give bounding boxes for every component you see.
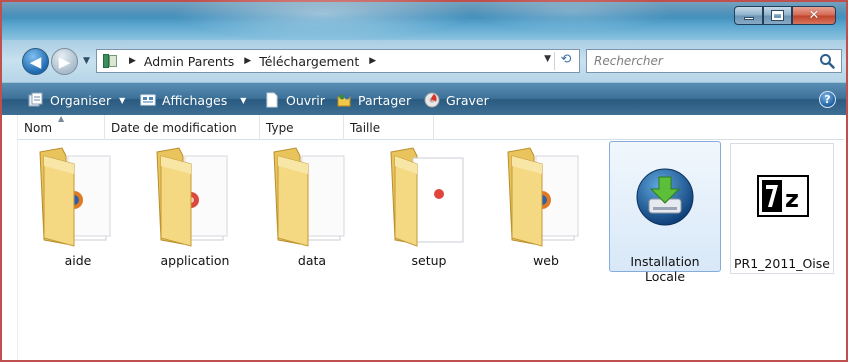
column-date-label: Date de modification xyxy=(111,120,237,135)
address-bar[interactable]: ▶ Admin Parents ▶ Téléchargement ▶ ▼ ⟲ xyxy=(96,49,580,73)
left-pane-edge xyxy=(2,115,18,360)
folder-icon xyxy=(507,147,579,247)
breadcrumb-separator-icon[interactable]: ▶ xyxy=(369,56,376,66)
sort-ascending-icon: ▲ xyxy=(58,114,65,123)
file-item-aide[interactable]: aide xyxy=(22,140,134,272)
file-item-pr1-2011-oise[interactable]: z PR1_2011_Oise xyxy=(730,143,842,275)
folder-icon xyxy=(390,147,464,247)
search-box[interactable]: Rechercher xyxy=(586,49,842,73)
close-icon: ✕ xyxy=(808,8,820,23)
file-item-web[interactable]: web xyxy=(490,140,602,272)
navigation-bar: ◀ ▶ ▼ ▶ Admin Parents ▶ Téléchargement ▶… xyxy=(2,40,846,82)
search-icon[interactable] xyxy=(819,53,835,69)
column-header-row: Nom ▲ Date de modification Type Taille xyxy=(18,114,844,140)
file-item-installation-locale[interactable]: Installation Locale xyxy=(609,141,721,284)
folder-icon xyxy=(39,147,111,247)
open-icon xyxy=(264,92,280,108)
window-controls: ✕ xyxy=(734,6,836,25)
back-button[interactable]: ◀ xyxy=(22,48,49,75)
minimize-icon xyxy=(743,17,754,20)
column-type[interactable]: Type xyxy=(260,115,344,140)
file-item-data[interactable]: data xyxy=(256,140,368,272)
file-item-label: PR1_2011_Oise xyxy=(733,256,830,271)
column-name-label: Nom xyxy=(24,120,53,135)
open-label: Ouvrir xyxy=(286,92,325,108)
organize-icon xyxy=(28,92,44,108)
forward-arrow-icon: ▶ xyxy=(58,52,71,71)
file-item-label: application xyxy=(160,253,230,268)
burn-label: Graver xyxy=(446,92,489,108)
back-arrow-icon: ◀ xyxy=(29,52,42,71)
svg-text:z: z xyxy=(785,185,799,213)
file-item-label: aide xyxy=(64,253,92,268)
forward-button[interactable]: ▶ xyxy=(51,48,78,75)
column-date-modified[interactable]: Date de modification xyxy=(105,115,260,140)
breadcrumb-item-admin-parents[interactable]: Admin Parents xyxy=(144,54,234,69)
installer-icon xyxy=(636,168,694,226)
close-button[interactable]: ✕ xyxy=(792,6,836,25)
file-item-application[interactable]: application xyxy=(139,140,251,272)
refresh-icon[interactable]: ⟲ xyxy=(557,52,575,70)
views-icon xyxy=(140,92,156,108)
column-size-label: Taille xyxy=(350,120,381,135)
maximize-button[interactable] xyxy=(763,6,792,25)
views-label: Affichages xyxy=(162,92,228,108)
location-icon xyxy=(103,54,119,68)
file-list: aide application data setup web Installa… xyxy=(18,140,844,360)
help-icon[interactable]: ? xyxy=(819,91,836,108)
search-input[interactable]: Rechercher xyxy=(594,54,663,68)
recent-pages-dropdown[interactable]: ▼ xyxy=(83,56,93,66)
breadcrumb-item-telechargement[interactable]: Téléchargement xyxy=(259,54,359,69)
command-toolbar: Organiser ▼ Affichages ▼ Ouvrir Partager… xyxy=(2,82,846,115)
organize-button[interactable]: Organiser ▼ xyxy=(28,90,125,110)
burn-button[interactable]: Graver xyxy=(424,90,489,110)
folder-icon xyxy=(273,147,345,247)
file-item-setup[interactable]: setup xyxy=(373,140,485,272)
breadcrumb-separator-icon[interactable]: ▶ xyxy=(129,56,136,66)
minimize-button[interactable] xyxy=(734,6,763,25)
file-item-label: data xyxy=(297,253,327,268)
chevron-down-icon: ▼ xyxy=(119,95,126,105)
open-button[interactable]: Ouvrir xyxy=(264,90,325,110)
organize-label: Organiser xyxy=(50,92,112,108)
column-size[interactable]: Taille xyxy=(344,115,434,140)
file-item-label: setup xyxy=(411,253,447,268)
file-item-label: Installation Locale xyxy=(630,254,700,284)
folder-icon xyxy=(156,147,228,247)
7z-archive-icon: z xyxy=(757,175,809,217)
file-item-label: web xyxy=(533,253,559,268)
burn-disc-icon xyxy=(424,92,440,108)
window-titlebar: ✕ xyxy=(2,0,846,40)
maximize-icon xyxy=(771,10,784,21)
column-name[interactable]: Nom ▲ xyxy=(18,114,105,140)
share-icon xyxy=(336,92,352,108)
breadcrumb-separator-icon[interactable]: ▶ xyxy=(244,56,251,66)
share-label: Partager xyxy=(358,92,412,108)
column-type-label: Type xyxy=(266,120,294,135)
share-button[interactable]: Partager xyxy=(336,90,411,110)
address-dropdown-icon[interactable]: ▼ xyxy=(544,54,551,64)
chevron-down-icon: ▼ xyxy=(240,95,247,105)
views-button[interactable]: Affichages ▼ xyxy=(140,90,246,110)
